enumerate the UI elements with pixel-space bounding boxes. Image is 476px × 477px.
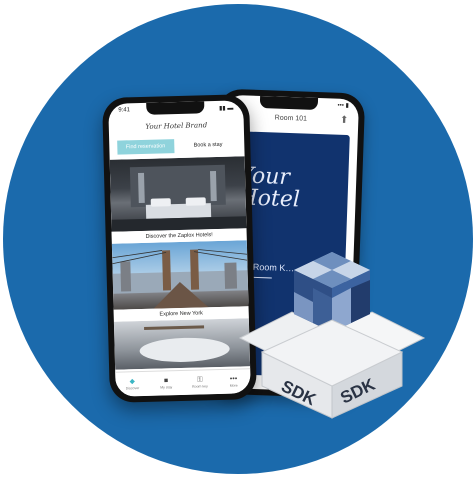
- brooklyn-bridge-image: [111, 240, 249, 310]
- tag-icon: ◆: [129, 378, 136, 386]
- tab-room-key[interactable]: ⚿ Room key: [183, 370, 217, 395]
- status-time: 9:41: [118, 107, 131, 114]
- key-icon: ⚿: [197, 376, 203, 384]
- tab-bar: ◆ Discover ■ My stay ⚿ Room key ••• More: [115, 368, 251, 397]
- bathtub-image: [113, 318, 251, 370]
- tile-spa[interactable]: [113, 318, 251, 370]
- tile-discover[interactable]: Discover the Zaplox Hotels!: [109, 156, 247, 244]
- tab-label: My stay: [160, 385, 173, 390]
- sdk-box-illustration: SDK SDK: [238, 252, 426, 419]
- phone-front-screen: 9:41 ▮▮ ▬ Your Hotel Brand Find reservat…: [108, 100, 251, 397]
- tab-label: Room key: [192, 384, 208, 389]
- tab-discover[interactable]: ◆ Discover: [115, 372, 149, 397]
- book-stay-button[interactable]: Book a stay: [179, 137, 237, 153]
- status-bar: 9:41 ▮▮ ▬: [118, 105, 233, 115]
- tab-label: Discover: [125, 386, 140, 391]
- action-buttons: Find reservation Book a stay: [117, 137, 237, 155]
- tile-explore[interactable]: Explore New York: [111, 240, 249, 322]
- share-icon[interactable]: ⬆: [340, 115, 349, 126]
- hotel-room-image: [109, 156, 247, 232]
- bed-icon: ■: [163, 377, 169, 385]
- tab-my-stay[interactable]: ■ My stay: [149, 371, 183, 396]
- find-reservation-button[interactable]: Find reservation: [117, 139, 175, 155]
- brand-logo: Your Hotel Brand: [145, 121, 208, 131]
- notch: [259, 95, 319, 111]
- signal-battery-icon: ▮▮ ▬: [218, 105, 234, 112]
